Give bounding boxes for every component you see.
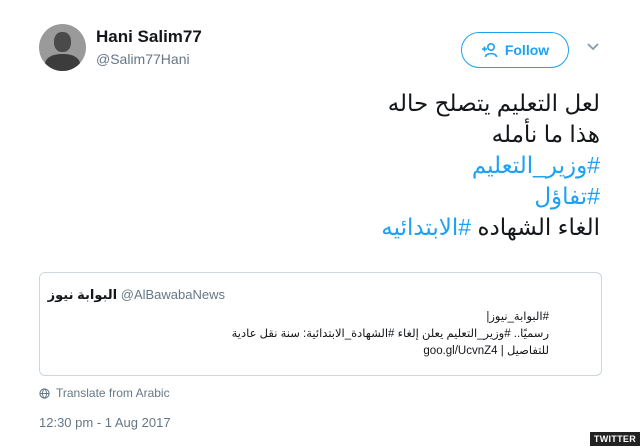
add-user-icon <box>481 42 498 57</box>
chevron-down-icon[interactable] <box>586 42 600 52</box>
tweet-line: هذا ما نأمله <box>491 121 600 147</box>
follow-label: Follow <box>504 42 550 58</box>
tweet-line: لعل التعليم يتصلح حاله <box>387 90 600 116</box>
quoted-author: البوابة نيوز @AlBawabaNews <box>48 287 225 303</box>
tweet-text: لعل التعليم يتصلح حاله هذا ما نأمله #وزي… <box>40 88 600 243</box>
author-name[interactable]: Hani Salim77 <box>96 27 202 47</box>
quoted-link[interactable]: goo.gl/UcvnZ4 <box>423 345 497 357</box>
quoted-line: رسميًا.. #وزير_التعليم يعلن إلغاء #الشها… <box>231 328 549 340</box>
quoted-tweet-text: #البوابة_نيوز| رسميًا.. #وزير_التعليم يع… <box>129 309 549 360</box>
quoted-author-handle: @AlBawabaNews <box>120 287 225 302</box>
author-handle[interactable]: @Salim77Hani <box>96 51 190 67</box>
quoted-tweet[interactable]: البوابة نيوز @AlBawabaNews #البوابة_نيوز… <box>39 272 602 376</box>
avatar-body <box>45 54 80 71</box>
avatar[interactable] <box>39 24 86 71</box>
hashtag-link[interactable]: #وزير_التعليم <box>472 152 600 178</box>
translate-label: Translate from Arabic <box>56 386 170 400</box>
hashtag-link[interactable]: #الابتدائيه <box>381 214 471 240</box>
tweet-line: الغاء الشهاده <box>471 214 600 240</box>
hashtag-link[interactable]: #تفاؤل <box>534 183 600 209</box>
quoted-author-name: البوابة نيوز <box>47 287 118 302</box>
timestamp[interactable]: 12:30 pm - 1 Aug 2017 <box>39 415 171 430</box>
follow-button[interactable]: Follow <box>461 32 569 68</box>
globe-icon <box>39 387 50 399</box>
quoted-line: #البوابة_نيوز| <box>486 311 549 323</box>
quoted-line: للتفاصيل | <box>497 345 549 357</box>
avatar-head <box>54 32 71 52</box>
twitter-watermark: TWITTER <box>589 432 640 446</box>
translate-button[interactable]: Translate from Arabic <box>39 386 170 400</box>
